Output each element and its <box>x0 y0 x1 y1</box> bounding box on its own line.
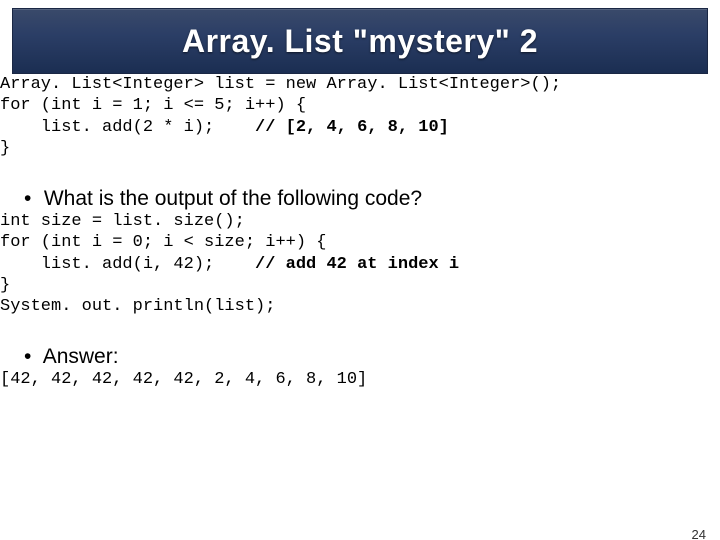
code-comment: // [2, 4, 6, 8, 10] <box>255 118 449 137</box>
answer-label: Answer: <box>43 345 119 368</box>
answer-value: [42, 42, 42, 42, 42, 2, 4, 6, 8, 10] <box>0 369 720 390</box>
title-bar: Array. List "mystery" 2 <box>12 8 708 74</box>
code-line: Array. List<Integer> list = new Array. L… <box>0 75 561 94</box>
slide: Array. List "mystery" 2 Array. List<Inte… <box>0 8 720 540</box>
code-line: for (int i = 0; i < size; i++) { <box>0 233 326 252</box>
code-comment: // add 42 at index i <box>255 255 459 274</box>
code-line: System. out. println(list); <box>0 297 275 316</box>
code-line: } <box>0 139 10 158</box>
code-line: list. add(i, 42); <box>0 255 255 274</box>
code-block-question: int size = list. size(); for (int i = 0;… <box>0 211 720 317</box>
code-block-setup: Array. List<Integer> list = new Array. L… <box>0 74 720 159</box>
answer-text: [42, 42, 42, 42, 42, 2, 4, 6, 8, 10] <box>0 370 367 389</box>
question-line: • What is the output of the following co… <box>24 187 720 211</box>
bullet-icon: • <box>24 187 38 211</box>
bullet-icon: • <box>24 345 38 369</box>
answer-line: • Answer: <box>24 345 720 369</box>
question-text: What is the output of the following code… <box>44 187 422 210</box>
code-line: list. add(2 * i); <box>0 118 255 137</box>
page-number: 24 <box>692 527 706 540</box>
slide-title: Array. List "mystery" 2 <box>182 23 538 60</box>
code-line: int size = list. size(); <box>0 212 245 231</box>
code-line: for (int i = 1; i <= 5; i++) { <box>0 96 306 115</box>
code-line: } <box>0 276 10 295</box>
